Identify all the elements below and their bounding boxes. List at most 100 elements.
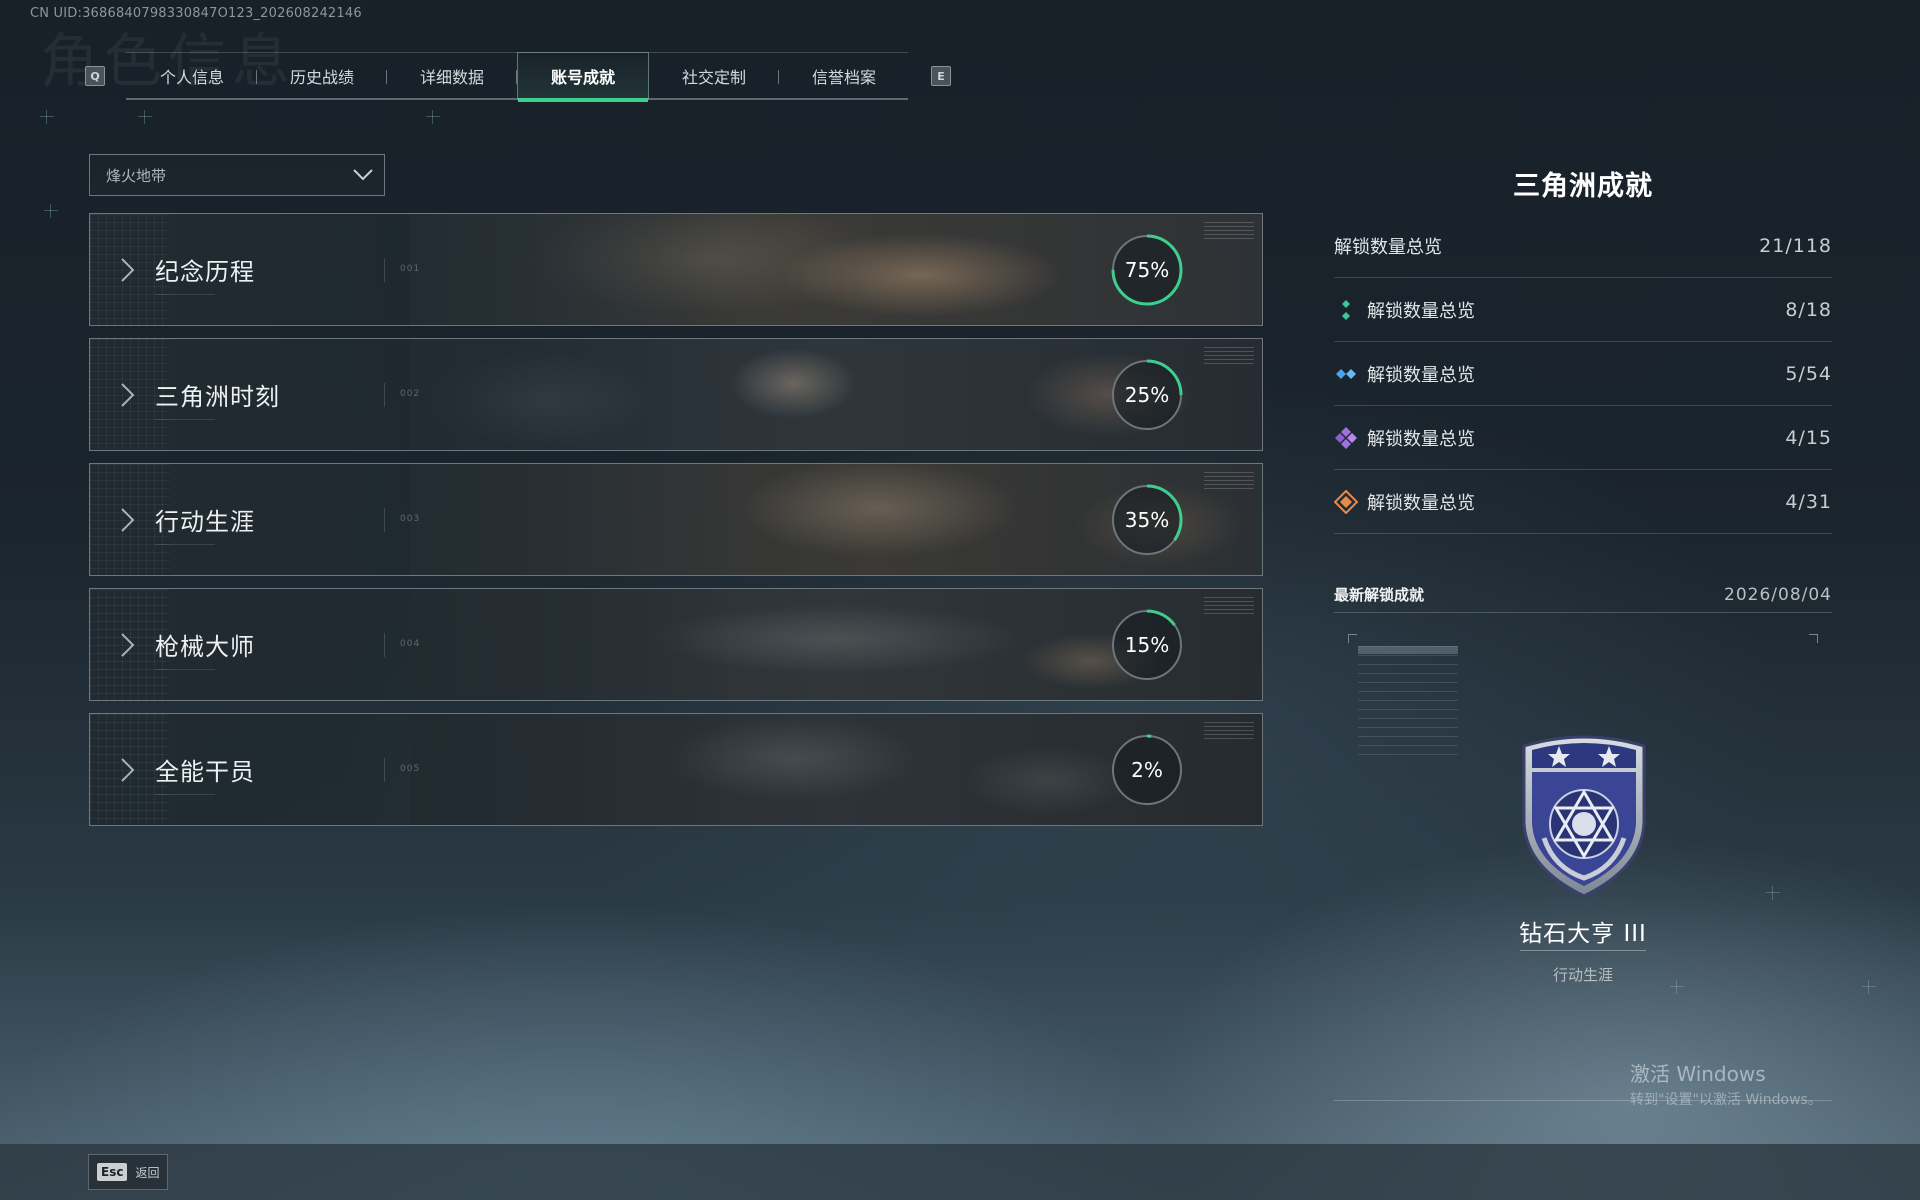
summary-value: 21/118 <box>1759 234 1832 257</box>
name-underline <box>155 669 215 670</box>
progress-ring: 2% <box>1110 733 1184 807</box>
windows-activation-watermark: 激活 Windows 转到"设置"以激活 Windows。 <box>1630 1058 1822 1109</box>
progress-percent: 35% <box>1124 508 1170 532</box>
tier-label: 解锁数量总览 <box>1367 428 1475 450</box>
progress-ring: 75% <box>1110 233 1184 307</box>
category-code: 004 <box>400 639 421 649</box>
tab-label: 账号成就 <box>550 68 615 87</box>
progress-percent: 15% <box>1124 633 1170 657</box>
mode-filter-dropdown[interactable]: 烽火地带 <box>89 154 385 196</box>
tab-account-achievements[interactable]: 账号成就 <box>517 52 649 102</box>
tier-value: 8/18 <box>1785 298 1832 321</box>
badge-underline <box>1520 950 1646 951</box>
name-underline <box>155 419 215 420</box>
chevron-right-icon <box>121 508 135 532</box>
crosshair-decor-icon <box>138 110 152 124</box>
next-tab-key[interactable]: E <box>931 66 951 86</box>
esc-key: Esc <box>97 1163 128 1181</box>
tier-row-purple: 解锁数量总览 4/15 <box>1334 406 1832 470</box>
progress-percent: 2% <box>1131 758 1163 782</box>
bottom-bar <box>0 1144 1920 1200</box>
back-label: 返回 <box>135 1165 160 1180</box>
name-underline <box>155 544 215 545</box>
card-divider <box>384 258 385 282</box>
tier-label: 解锁数量总览 <box>1367 300 1475 322</box>
name-underline <box>155 294 215 295</box>
chevron-right-icon <box>121 258 135 282</box>
category-card[interactable]: 全能干员 005 2% <box>89 713 1263 826</box>
card-corner-lines <box>1204 222 1254 242</box>
category-card[interactable]: 行动生涯 003 35% <box>89 463 1263 576</box>
card-corner-lines <box>1204 472 1254 492</box>
tab-label: 信誉档案 <box>811 68 876 87</box>
latest-achievement-header: 最新解锁成就 2026/08/04 <box>1334 577 1832 613</box>
category-name: 全能干员 <box>155 758 255 786</box>
latest-achievement-showcase[interactable]: 钻石大亨 III 行动生涯 <box>1334 632 1832 1101</box>
chevron-down-icon <box>353 169 373 181</box>
tier-label: 解锁数量总览 <box>1367 364 1475 386</box>
tier-row-green: 解锁数量总览 8/18 <box>1334 278 1832 342</box>
panel-title: 三角洲成就 <box>1513 171 1653 202</box>
name-underline <box>155 794 215 795</box>
chevron-right-icon <box>121 633 135 657</box>
category-card[interactable]: 枪械大师 004 15% <box>89 588 1263 701</box>
dropdown-value: 烽火地带 <box>106 166 167 185</box>
tier-row-blue: 解锁数量总览 5/54 <box>1334 342 1832 406</box>
badge-name: 钻石大亨 III <box>1519 921 1647 947</box>
blue-gem-icon <box>1336 368 1356 379</box>
summary-label: 解锁数量总览 <box>1334 236 1442 258</box>
tier-value: 5/54 <box>1785 362 1832 385</box>
tab-label: 个人信息 <box>159 68 224 87</box>
category-code: 002 <box>400 389 421 399</box>
diamond-tycoon-badge-icon <box>1522 735 1646 898</box>
chevron-right-icon <box>121 383 135 407</box>
back-button[interactable]: Esc 返回 <box>88 1154 169 1190</box>
progress-ring: 15% <box>1110 608 1184 682</box>
category-name: 行动生涯 <box>155 508 255 536</box>
category-name: 枪械大师 <box>155 633 255 661</box>
tab-match-history[interactable]: 历史战绩 <box>257 52 387 100</box>
watermark-line2: 转到"设置"以激活 Windows。 <box>1630 1092 1822 1108</box>
progress-percent: 75% <box>1124 258 1170 282</box>
progress-ring: 25% <box>1110 358 1184 432</box>
crosshair-decor-icon <box>40 110 54 124</box>
prev-tab-key[interactable]: Q <box>85 66 105 86</box>
tab-personal-info[interactable]: 个人信息 <box>127 52 257 100</box>
tab-label: 社交定制 <box>681 68 746 87</box>
tab-detailed-stats[interactable]: 详细数据 <box>387 52 517 100</box>
badge-category: 行动生涯 <box>1552 966 1613 984</box>
progress-ring: 35% <box>1110 483 1184 557</box>
category-code: 005 <box>400 764 421 774</box>
tab-bar: Q 个人信息 历史战绩 详细数据 账号成就 社交定制 信誉档案 E <box>85 52 951 102</box>
watermark-line1: 激活 Windows <box>1630 1062 1766 1086</box>
chevron-right-icon <box>121 758 135 782</box>
card-divider <box>384 383 385 407</box>
category-card[interactable]: 三角洲时刻 002 25% <box>89 338 1263 451</box>
tab-social-customization[interactable]: 社交定制 <box>649 52 779 100</box>
category-name: 三角洲时刻 <box>155 383 280 411</box>
tab-label: 历史战绩 <box>289 68 354 87</box>
category-card[interactable]: 纪念历程 001 75% <box>89 213 1263 326</box>
card-divider <box>384 758 385 782</box>
category-name: 纪念历程 <box>155 258 255 286</box>
orange-gem-icon <box>1334 489 1358 514</box>
frame-corner <box>1809 634 1818 643</box>
green-gem-icon <box>1342 299 1350 320</box>
tier-row-orange: 解锁数量总览 4/31 <box>1334 470 1832 534</box>
tab-label: 详细数据 <box>419 68 484 87</box>
card-corner-lines <box>1204 722 1254 742</box>
latest-date: 2026/08/04 <box>1724 584 1832 605</box>
card-divider <box>384 633 385 657</box>
summary-total-row: 解锁数量总览 21/118 <box>1334 214 1832 278</box>
decor-chip <box>1358 646 1458 654</box>
category-code: 003 <box>400 514 421 524</box>
crosshair-decor-icon <box>44 204 58 218</box>
latest-label: 最新解锁成就 <box>1334 586 1425 604</box>
progress-percent: 25% <box>1124 383 1170 407</box>
tab-credit-record[interactable]: 信誉档案 <box>779 52 909 100</box>
card-divider <box>384 508 385 532</box>
card-corner-lines <box>1204 347 1254 367</box>
frame-corner <box>1348 634 1357 643</box>
crosshair-decor-icon <box>1862 980 1876 994</box>
purple-gem-icon <box>1335 426 1357 449</box>
